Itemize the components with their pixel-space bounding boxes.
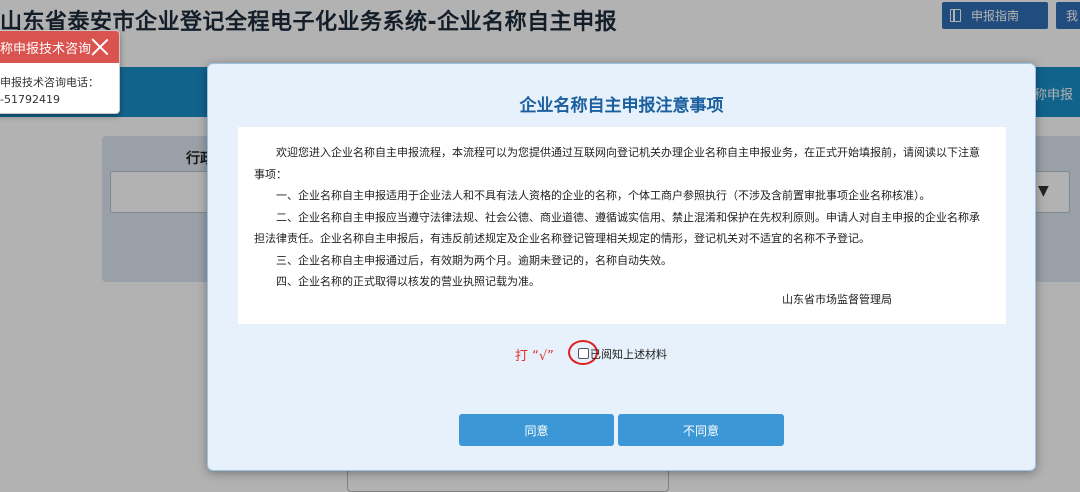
close-icon[interactable] [89, 36, 111, 58]
notice-content: 欢迎您进入企业名称自主申报流程，本流程可以为您提供通过互联网向登记机关办理企业名… [238, 127, 1006, 324]
notice-paragraph: 一、企业名称自主申报适用于企业法人和不具有法人资格的企业的名称，个体工商户参照执… [276, 189, 931, 202]
check-annotation: 打 “√” [515, 349, 554, 364]
read-confirm-label[interactable]: 已阅知上述材料 [590, 346, 667, 362]
disagree-button[interactable]: 不同意 [618, 414, 784, 446]
tech-consult-phone-label: 申报技术咨询电话： [0, 76, 99, 89]
tech-consult-popup: 称申报技术咨询 申报技术咨询电话： -51792419 [0, 30, 120, 114]
notice-signature: 山东省市场监督管理局 [782, 293, 892, 306]
notice-paragraph: 三、企业名称自主申报通过后，有效期为两个月。逾期未登记的，名称自动失效。 [276, 253, 672, 267]
tech-consult-header: 称申报技术咨询 [0, 31, 119, 63]
notice-paragraph: 欢迎您进入企业名称自主申报流程，本流程可以为您提供通过互联网向登记机关办理企业名… [254, 146, 980, 181]
tech-consult-phone-number: -51792419 [0, 93, 60, 106]
agree-button-label: 同意 [524, 423, 549, 438]
tech-consult-title: 称申报技术咨询 [0, 41, 92, 57]
notice-modal: 企业名称自主申报注意事项 欢迎您进入企业名称自主申报流程，本流程可以为您提供通过… [207, 63, 1036, 471]
disagree-button-label: 不同意 [682, 423, 719, 438]
agree-button[interactable]: 同意 [459, 414, 614, 446]
modal-title: 企业名称自主申报注意事项 [519, 96, 724, 116]
notice-paragraph: 二、企业名称自主申报应当遵守法律法规、社会公德、商业道德、遵循诚实信用、禁止混淆… [254, 210, 980, 246]
